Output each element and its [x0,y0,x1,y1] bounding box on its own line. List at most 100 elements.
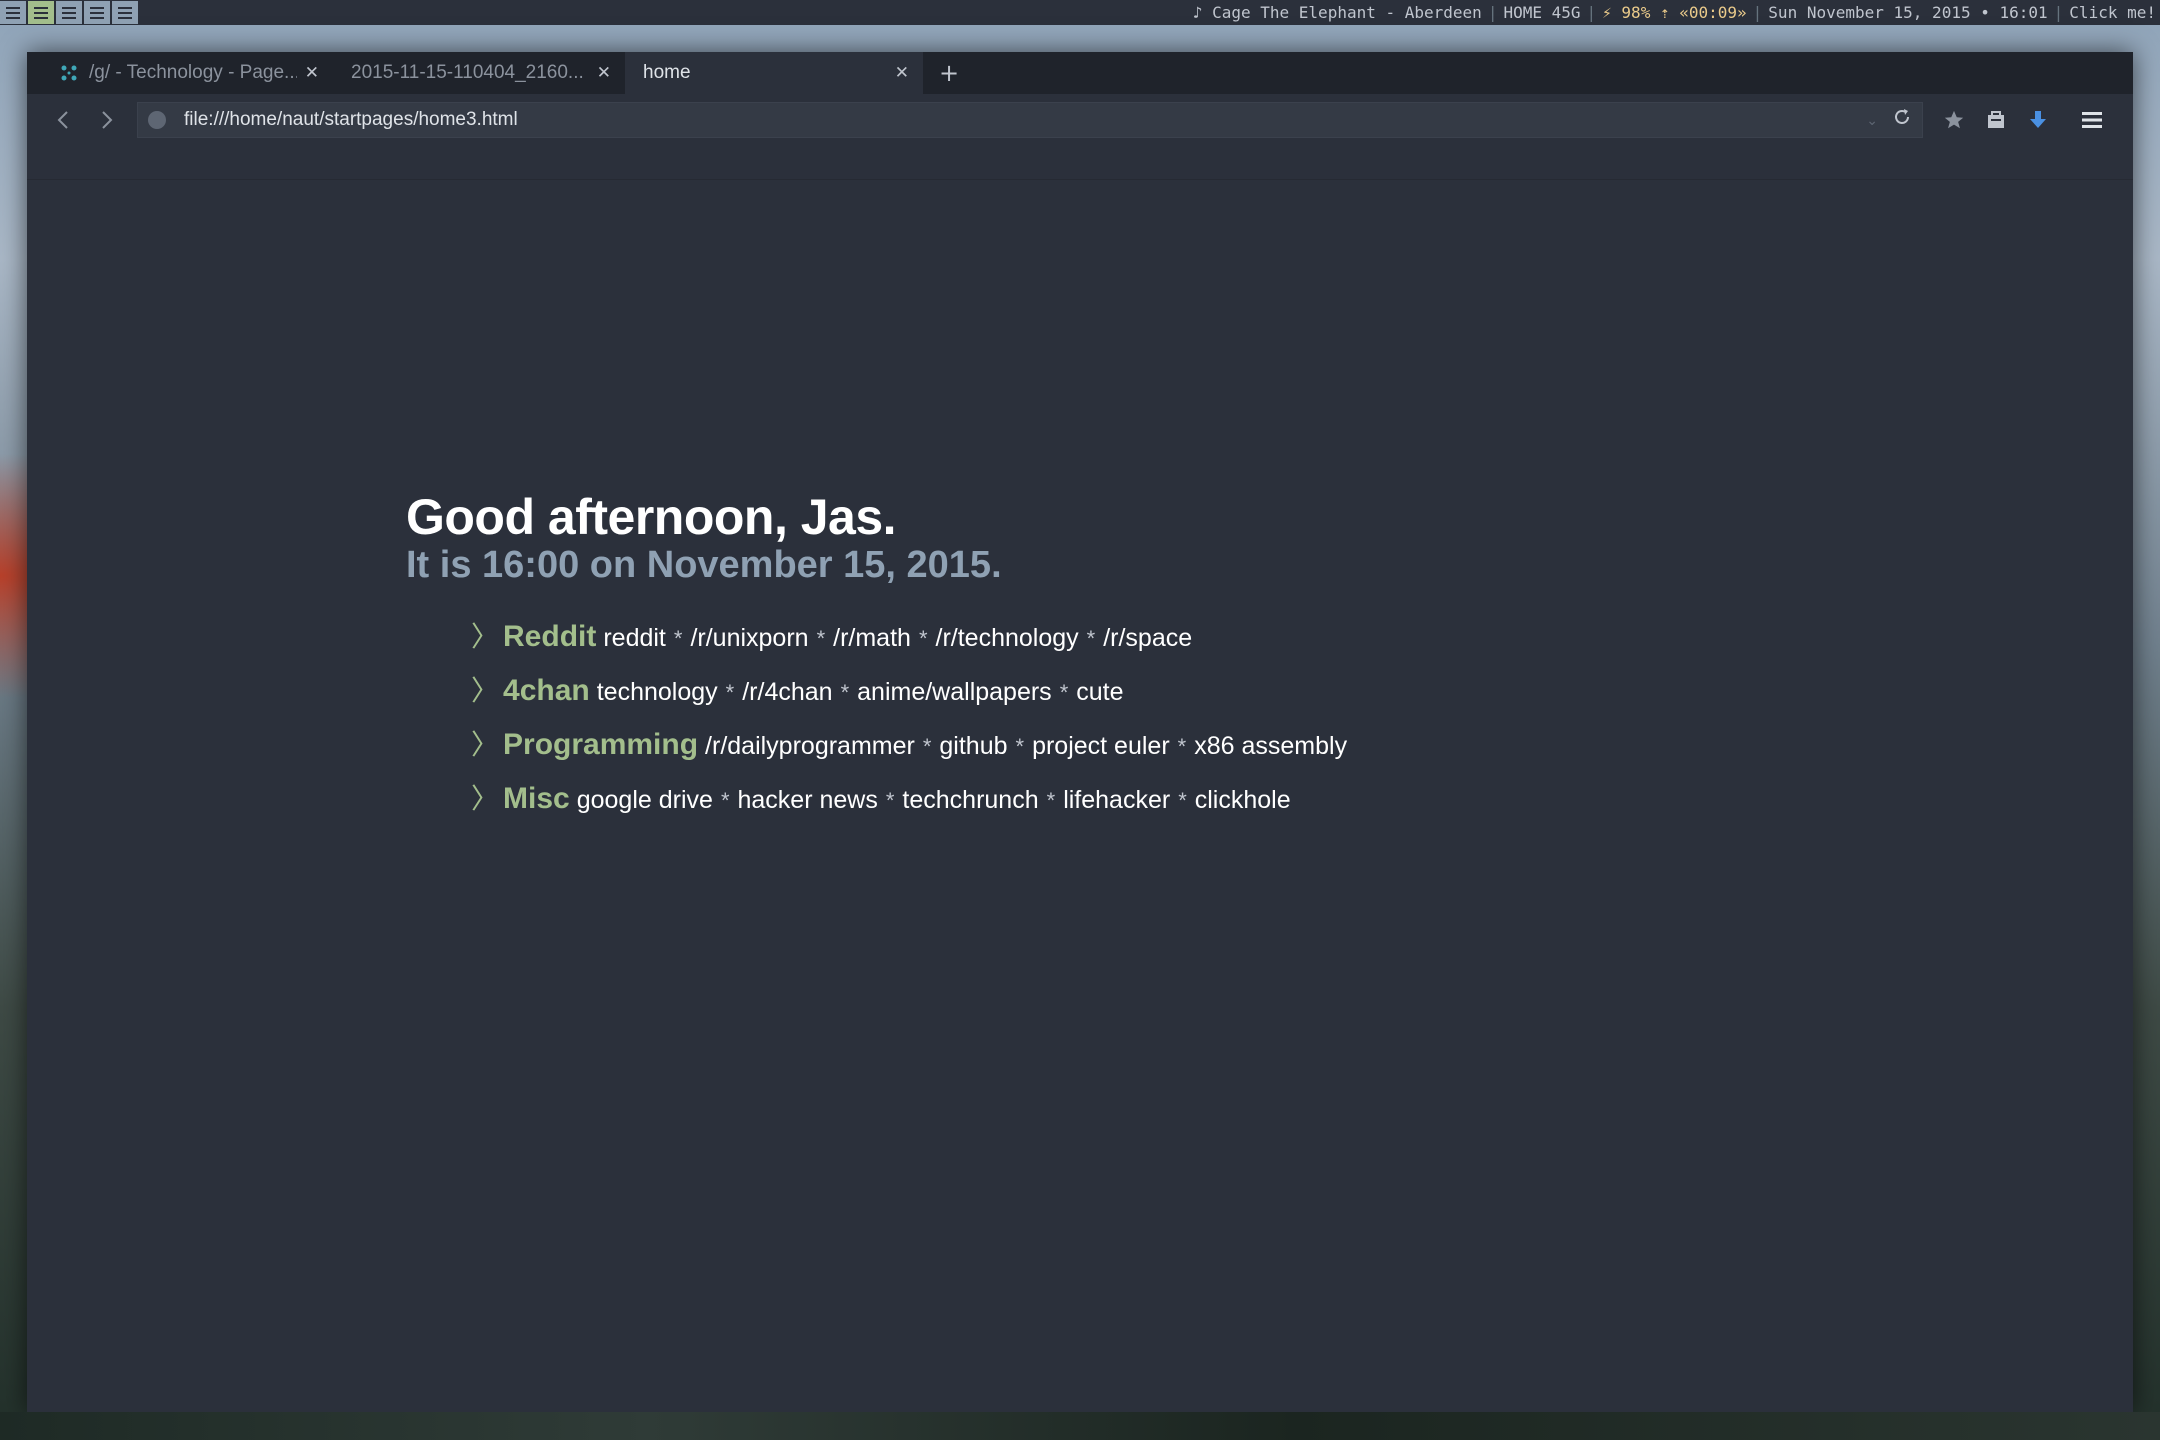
wallpaper-ground [0,1412,2160,1440]
link-item[interactable]: google drive [577,786,713,815]
reload-icon[interactable] [1892,107,1912,133]
disk-usage: HOME 45G [1503,3,1581,22]
4chan-clover-icon [59,63,79,83]
link-item[interactable]: /r/technology [936,624,1079,653]
workspace-switcher [0,0,140,25]
tab-technology[interactable]: /g/ - Technology - Page... ✕ [41,52,333,94]
link-list: 〉 Reddit reddit */r/unixporn */r/math */r/tec… [471,615,1347,831]
workspace-icon-line [90,16,104,19]
status-bar: ♪ Cage The Elephant - Aberdeen | HOME 45… [0,0,2160,25]
link-item[interactable]: x86 assembly [1194,732,1347,761]
url-text: file:///home/naut/startpages/home3.html [184,109,518,130]
workspace-icon-line [118,6,132,9]
navigation-bar: file:///home/naut/startpages/home3.html … [27,94,2133,146]
now-playing: ♪ Cage The Elephant - Aberdeen [1192,3,1482,22]
link-row: 〉 4chan technology * /r/4chan * anime/wallpape… [471,669,1347,723]
separator: * [1059,680,1069,705]
workspace-icon-line [62,6,76,9]
category-label: Reddit [503,620,597,653]
separator: * [840,680,850,705]
chevron-icon: 〉 [471,621,500,652]
category-label: 4chan [503,674,590,707]
workspace-button[interactable] [112,1,138,24]
chevron-icon: 〉 [471,783,500,814]
startpage: Good afternoon, Jas. It is 16:00 on Nove… [27,180,2133,1412]
separator: * [1177,734,1187,759]
link-item[interactable]: /r/unixporn [690,624,808,653]
bookmark-star-icon[interactable] [1933,100,1975,140]
link-item[interactable]: github [939,732,1007,761]
workspace-button[interactable] [84,1,110,24]
tab-strip: /g/ - Technology - Page... ✕ 2015-11-15-… [27,52,2133,94]
link-item[interactable]: /r/4chan [742,678,832,707]
clipboard-icon[interactable] [1975,100,2017,140]
link-item[interactable]: reddit [603,624,666,653]
tab-label: 2015-11-15-110404_2160... [351,62,584,83]
link-item[interactable]: hacker news [738,786,878,815]
workspace-icon-line [90,6,104,9]
download-arrow-icon[interactable] [2017,100,2059,140]
separator: * [725,680,735,705]
link-item[interactable]: /r/math [833,624,911,653]
tab-home[interactable]: home ✕ [625,52,923,94]
separator: * [918,626,928,651]
separator: | [1487,3,1498,22]
separator: | [2053,3,2064,22]
chevron-icon: 〉 [471,729,500,760]
browser-window: /g/ - Technology - Page... ✕ 2015-11-15-… [27,52,2133,1412]
separator: * [1178,788,1187,813]
tab-label: home [643,62,691,83]
separator: | [1586,3,1597,22]
workspace-icon-line [62,16,76,19]
page-title: Good afternoon, Jas. [406,489,897,545]
workspace-button[interactable] [56,1,82,24]
separator: * [885,788,895,813]
link-item[interactable]: project euler [1032,732,1170,761]
separator: * [1086,626,1096,651]
separator: | [1752,3,1763,22]
battery-status: ⚡ 98% ⇡ «00:09» [1602,3,1747,22]
close-tab-icon[interactable]: ✕ [305,63,319,83]
url-bar[interactable]: file:///home/naut/startpages/home3.html … [137,102,1923,138]
link-item[interactable]: /r/space [1103,624,1192,653]
chevron-icon: 〉 [471,675,500,706]
close-tab-icon[interactable]: ✕ [597,63,611,83]
workspace-icon-line [118,11,132,14]
bookmarks-toolbar [27,146,2133,180]
click-me-button[interactable]: Click me! [2069,3,2156,22]
workspace-icon-line [6,6,20,9]
separator: * [816,626,826,651]
date-subtitle: It is 16:00 on November 15, 2015. [406,544,1002,586]
separator: * [720,788,730,813]
link-item[interactable]: lifehacker [1063,786,1170,815]
link-item[interactable]: techchrunch [902,786,1038,815]
chevron-right-icon [102,111,113,129]
link-item[interactable]: technology [597,678,718,707]
workspace-icon-line [34,6,48,9]
tab-screenshot[interactable]: 2015-11-15-110404_2160... ✕ [333,52,625,94]
link-item[interactable]: /r/dailyprogrammer [705,732,915,761]
link-item[interactable]: clickhole [1195,786,1291,815]
workspace-icon-line [90,11,104,14]
back-button[interactable] [41,100,85,140]
link-item[interactable]: cute [1076,678,1123,707]
globe-icon [148,111,166,129]
chevron-left-icon [57,111,68,129]
hamburger-menu-icon[interactable] [2071,100,2113,140]
link-item[interactable]: anime/wallpapers [857,678,1052,707]
separator: * [922,734,932,759]
separator: * [1015,734,1025,759]
workspace-button[interactable] [0,1,26,24]
category-label: Misc [503,782,570,815]
new-tab-button[interactable]: + [923,52,975,94]
workspace-button[interactable] [28,1,54,24]
forward-button[interactable] [85,100,129,140]
clock: Sun November 15, 2015 • 16:01 [1768,3,2048,22]
link-row: 〉 Programming/r/dailyprogrammer * github * pr… [471,723,1347,777]
tab-label: /g/ - Technology - Page... [89,62,297,83]
separator: * [1046,788,1056,813]
workspace-icon-line [62,11,76,14]
close-tab-icon[interactable]: ✕ [895,63,909,83]
dropdown-chevron-icon[interactable]: ⌄ [1866,112,1878,129]
workspace-icon-line [6,11,20,14]
